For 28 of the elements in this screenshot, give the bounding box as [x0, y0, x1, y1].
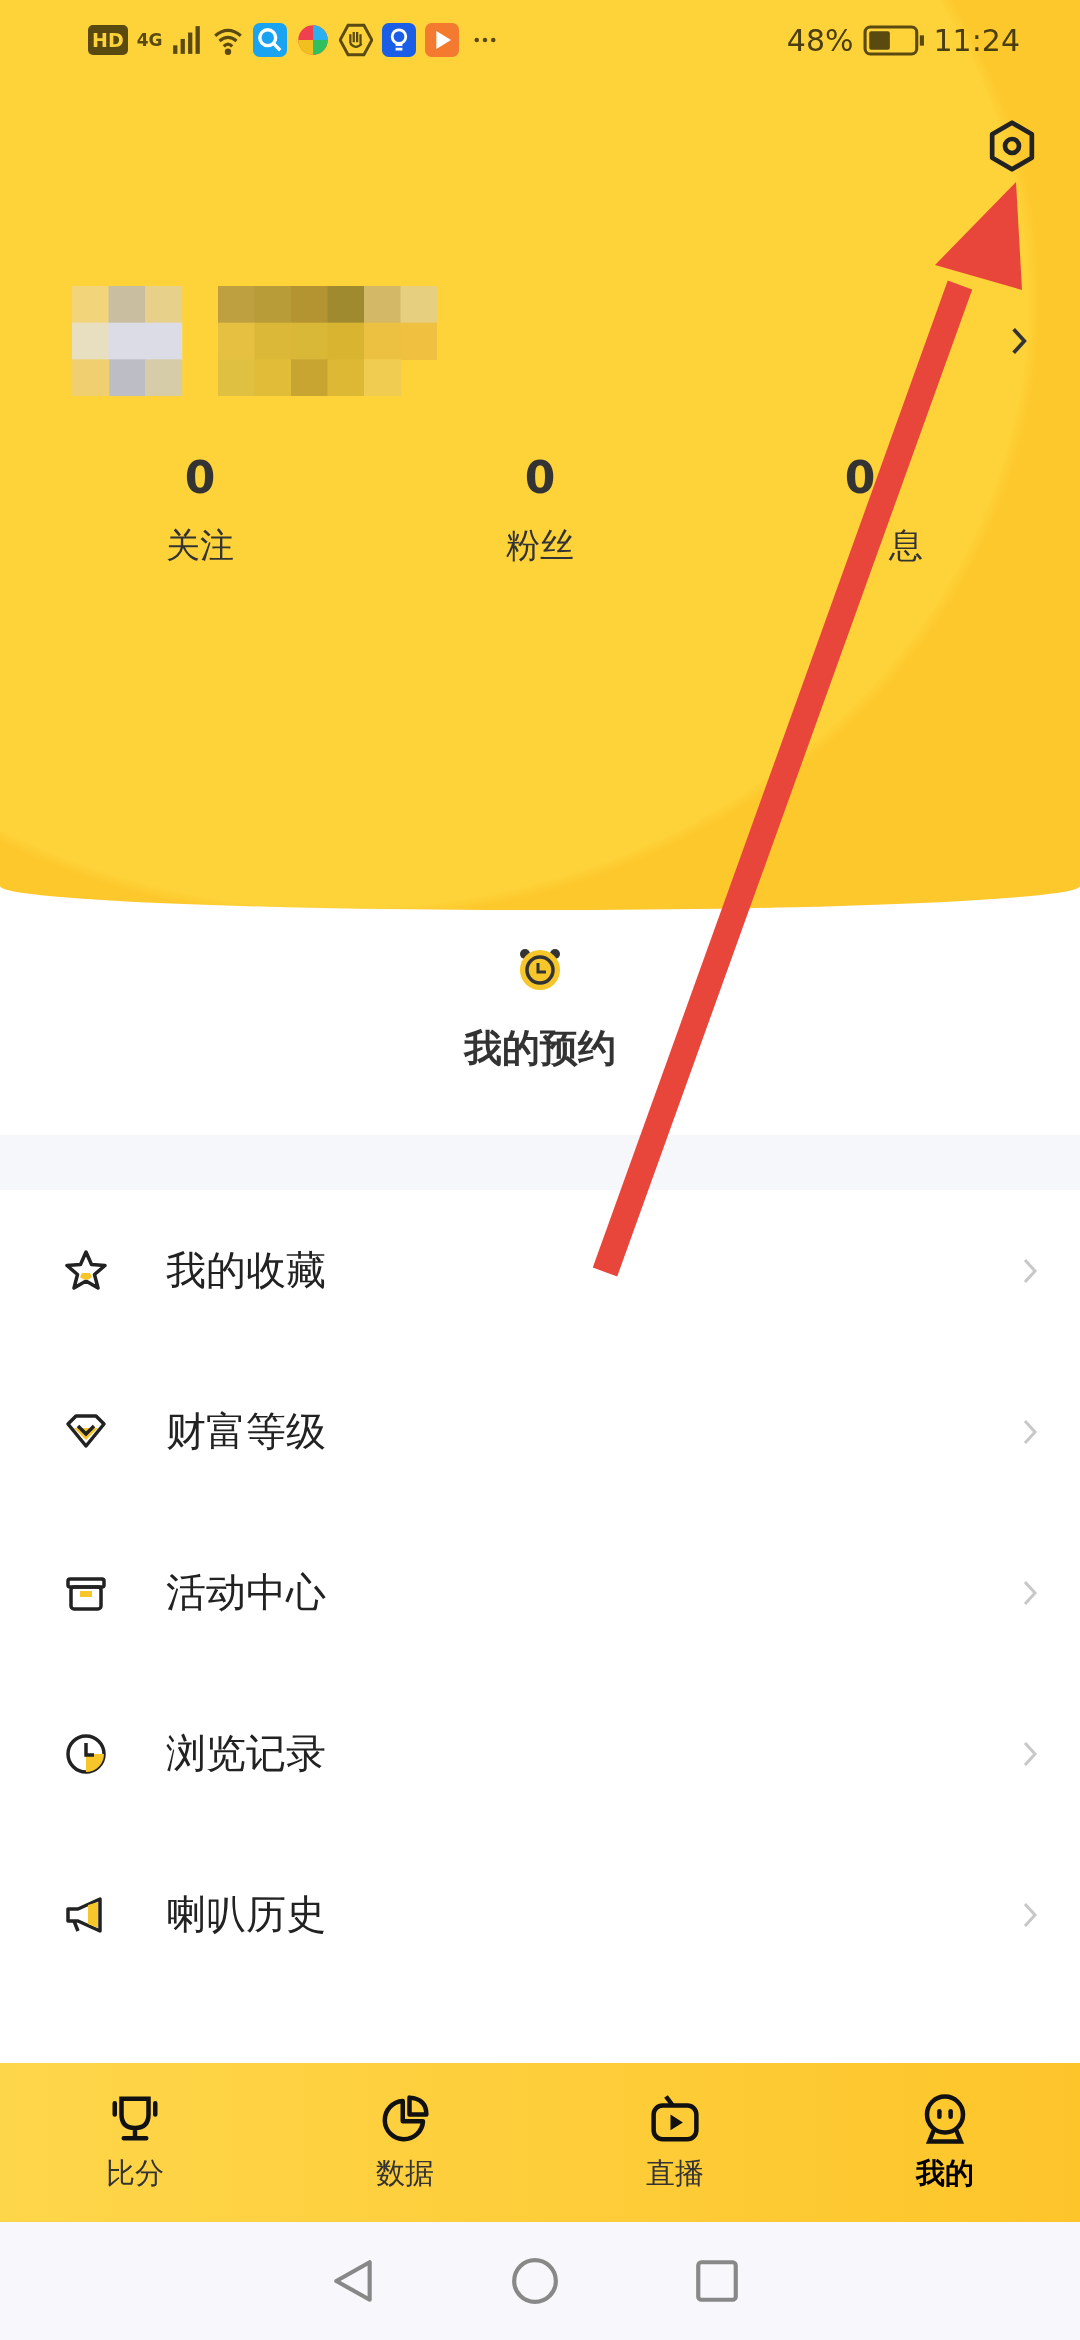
network-type: 4G: [136, 30, 163, 50]
menu-item[interactable]: 喇叭历史: [0, 1834, 1080, 1995]
hand-icon: [339, 23, 374, 57]
battery-icon: [862, 24, 925, 56]
stat-label[interactable]: 息: [837, 523, 923, 569]
clock-time: 11:24: [933, 22, 1020, 58]
stat-label[interactable]: 粉丝: [506, 523, 574, 569]
stat-label[interactable]: 关注: [166, 523, 234, 569]
tab[interactable]: 数据: [270, 2063, 540, 2222]
hd-icon: HD: [88, 25, 128, 55]
stat-count: 0: [844, 452, 876, 503]
stat-count: 0: [184, 452, 216, 503]
reservation-title[interactable]: 我的预约: [464, 1023, 616, 1074]
menu-item[interactable]: 活动中心: [0, 1512, 1080, 1673]
search-app-icon: [253, 23, 288, 57]
tab[interactable]: 我的: [810, 2063, 1080, 2222]
stat-count: 0: [524, 452, 556, 503]
menu-item[interactable]: 财富等级: [0, 1351, 1080, 1512]
colorful-app-icon: [296, 23, 331, 57]
menu-item[interactable]: 我的收藏: [0, 1190, 1080, 1351]
tab[interactable]: 直播: [540, 2063, 810, 2222]
more-icon: [474, 37, 497, 43]
tab[interactable]: 比分: [0, 2063, 270, 2222]
play-app-icon: [425, 23, 460, 57]
menu-item[interactable]: 浏览记录: [0, 1673, 1080, 1834]
home-icon[interactable]: [510, 2256, 560, 2306]
bulb-app-icon: [382, 23, 417, 57]
battery-percent: 48%: [786, 22, 854, 58]
